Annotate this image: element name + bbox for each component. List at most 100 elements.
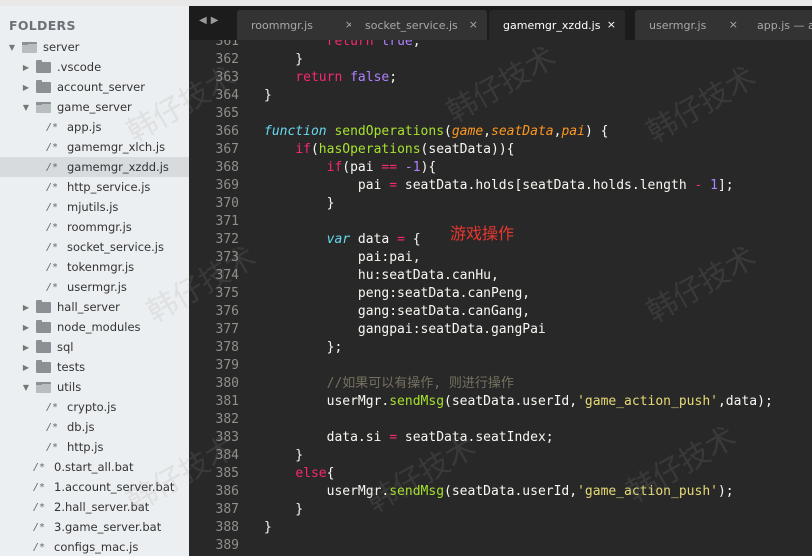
chevron-right-icon[interactable]: ▶ [21, 63, 31, 72]
code-line: 385 else{ [189, 465, 812, 483]
file-icon: /* [46, 421, 59, 433]
folder-item[interactable]: ▶ hall_server [0, 297, 189, 317]
code-token: if [326, 160, 343, 175]
chevron-right-icon[interactable]: ▶ [21, 363, 31, 372]
tab-socket-service[interactable]: socket_service.js × [351, 10, 487, 40]
line-number: 386 [215, 484, 239, 499]
folder-icon [36, 319, 51, 333]
code-token: (pai [342, 160, 382, 175]
file-item[interactable]: /* mjutils.js [0, 197, 189, 217]
code-token: userMgr. [264, 394, 390, 409]
tree-item-label: app.js [67, 120, 102, 134]
line-number: 371 [215, 214, 239, 229]
code-text: //如果可以有操作, 则进行操作 [264, 375, 514, 393]
tree-item-label: gamemgr_xlch.js [67, 140, 166, 154]
close-icon[interactable]: × [607, 18, 616, 31]
code-line: 370 } [189, 195, 812, 213]
close-icon[interactable]: × [729, 18, 738, 31]
line-number: 378 [215, 340, 239, 355]
file-item[interactable]: /* http_service.js [0, 177, 189, 197]
code-line: 366 function sendOperations(game,seatData… [189, 123, 812, 141]
code-text: data.si = seatData.seatIndex; [264, 429, 554, 447]
file-item[interactable]: /* configs_mac.js [0, 537, 189, 556]
chevron-right-icon[interactable]: ▶ [21, 83, 31, 92]
code-line: 374 hu:seatData.canHu, [189, 267, 812, 285]
code-text: } [264, 195, 335, 213]
code-line: 378 }; [189, 339, 812, 357]
file-item[interactable]: /* 3.game_server.bat [0, 517, 189, 537]
code-token: return [295, 70, 343, 85]
tab-roommgr[interactable]: roommgr.js × [237, 10, 363, 40]
tab-label: roommgr.js [251, 18, 313, 32]
code-text: } [264, 87, 272, 105]
file-item[interactable]: /* tokenmgr.js [0, 257, 189, 277]
line-number: 374 [215, 268, 239, 283]
code-token: //如果可以有操作, 则进行操作 [326, 376, 514, 391]
code-text: peng:seatData.canPeng, [264, 285, 530, 303]
tab-bar: ◀▶ roommgr.js × socket_service.js × game… [189, 6, 812, 40]
code-token: sendMsg [389, 484, 445, 499]
code-line: 382 [189, 411, 812, 429]
file-item[interactable]: /* app.js [0, 117, 189, 137]
tab-back-icon[interactable]: ◀ [199, 15, 211, 26]
code-token: ,data); [717, 394, 773, 409]
chevron-right-icon[interactable]: ▶ [21, 303, 31, 312]
folder-item[interactable]: ▶ account_server [0, 77, 189, 97]
code-token: } [264, 88, 272, 103]
file-item[interactable]: /* crypto.js [0, 397, 189, 417]
folder-item[interactable]: ▶ .vscode [0, 57, 189, 77]
file-icon: /* [46, 161, 59, 173]
chevron-down-icon[interactable]: ▼ [7, 43, 17, 52]
folder-item[interactable]: ▼ game_server [0, 97, 189, 117]
file-icon: /* [46, 441, 59, 453]
line-number: 372 [215, 232, 239, 247]
code-text: hu:seatData.canHu, [264, 267, 499, 285]
line-number: 375 [215, 286, 239, 301]
code-text: } [264, 519, 272, 537]
editor: ◀▶ roommgr.js × socket_service.js × game… [189, 6, 812, 556]
code-token: seatData.seatIndex; [397, 430, 554, 445]
code-line: 379 [189, 357, 812, 375]
code-area[interactable]: 389 388} 387 } 386 userMgr.sendMsg(seatData… [189, 40, 812, 556]
code-text: } [264, 447, 303, 465]
file-item[interactable]: /* gamemgr_xzdd.js [0, 157, 189, 177]
chevron-down-icon[interactable]: ▼ [21, 103, 31, 112]
tree-item-label: tokenmgr.js [67, 260, 135, 274]
code-text: userMgr.sendMsg(seatData.userId,'game_ac… [264, 483, 734, 501]
close-icon[interactable]: × [469, 18, 478, 31]
chevron-right-icon[interactable]: ▶ [21, 323, 31, 332]
chevron-right-icon[interactable]: ▶ [21, 343, 31, 352]
tab-forward-icon[interactable]: ▶ [211, 15, 223, 26]
code-token: hu:seatData.canHu, [264, 268, 499, 283]
chevron-down-icon[interactable]: ▼ [21, 383, 31, 392]
code-token: ; [389, 70, 398, 85]
folder-item[interactable]: ▶ node_modules [0, 317, 189, 337]
code-text: } [264, 501, 303, 519]
file-item[interactable]: /* gamemgr_xlch.js [0, 137, 189, 157]
file-icon: /* [46, 241, 59, 253]
tab-app[interactable]: app.js — ac [743, 10, 812, 40]
file-item[interactable]: /* roommgr.js [0, 217, 189, 237]
tab-label: socket_service.js [365, 18, 458, 32]
file-item[interactable]: /* 1.account_server.bat [0, 477, 189, 497]
tab-gamemgr-xzdd[interactable]: gamemgr_xzdd.js × [489, 10, 625, 40]
folder-item[interactable]: ▶ tests [0, 357, 189, 377]
file-item[interactable]: /* socket_service.js [0, 237, 189, 257]
folder-item[interactable]: ▼ utils [0, 377, 189, 397]
file-item[interactable]: /* http.js [0, 437, 189, 457]
folder-item[interactable]: ▶ sql [0, 337, 189, 357]
tab-usermgr[interactable]: usermgr.js × [635, 10, 747, 40]
file-item[interactable]: /* 0.start_all.bat [0, 457, 189, 477]
code-token: data [350, 232, 398, 247]
line-number: 368 [215, 160, 239, 175]
code-token: (seatData.userId, [444, 484, 578, 499]
folder-item[interactable]: ▼ server [0, 37, 189, 57]
file-item[interactable]: /* db.js [0, 417, 189, 437]
code-token: else [295, 466, 327, 481]
file-item[interactable]: /* 2.hall_server.bat [0, 497, 189, 517]
tree-item-label: utils [57, 380, 82, 394]
file-item[interactable]: /* usermgr.js [0, 277, 189, 297]
